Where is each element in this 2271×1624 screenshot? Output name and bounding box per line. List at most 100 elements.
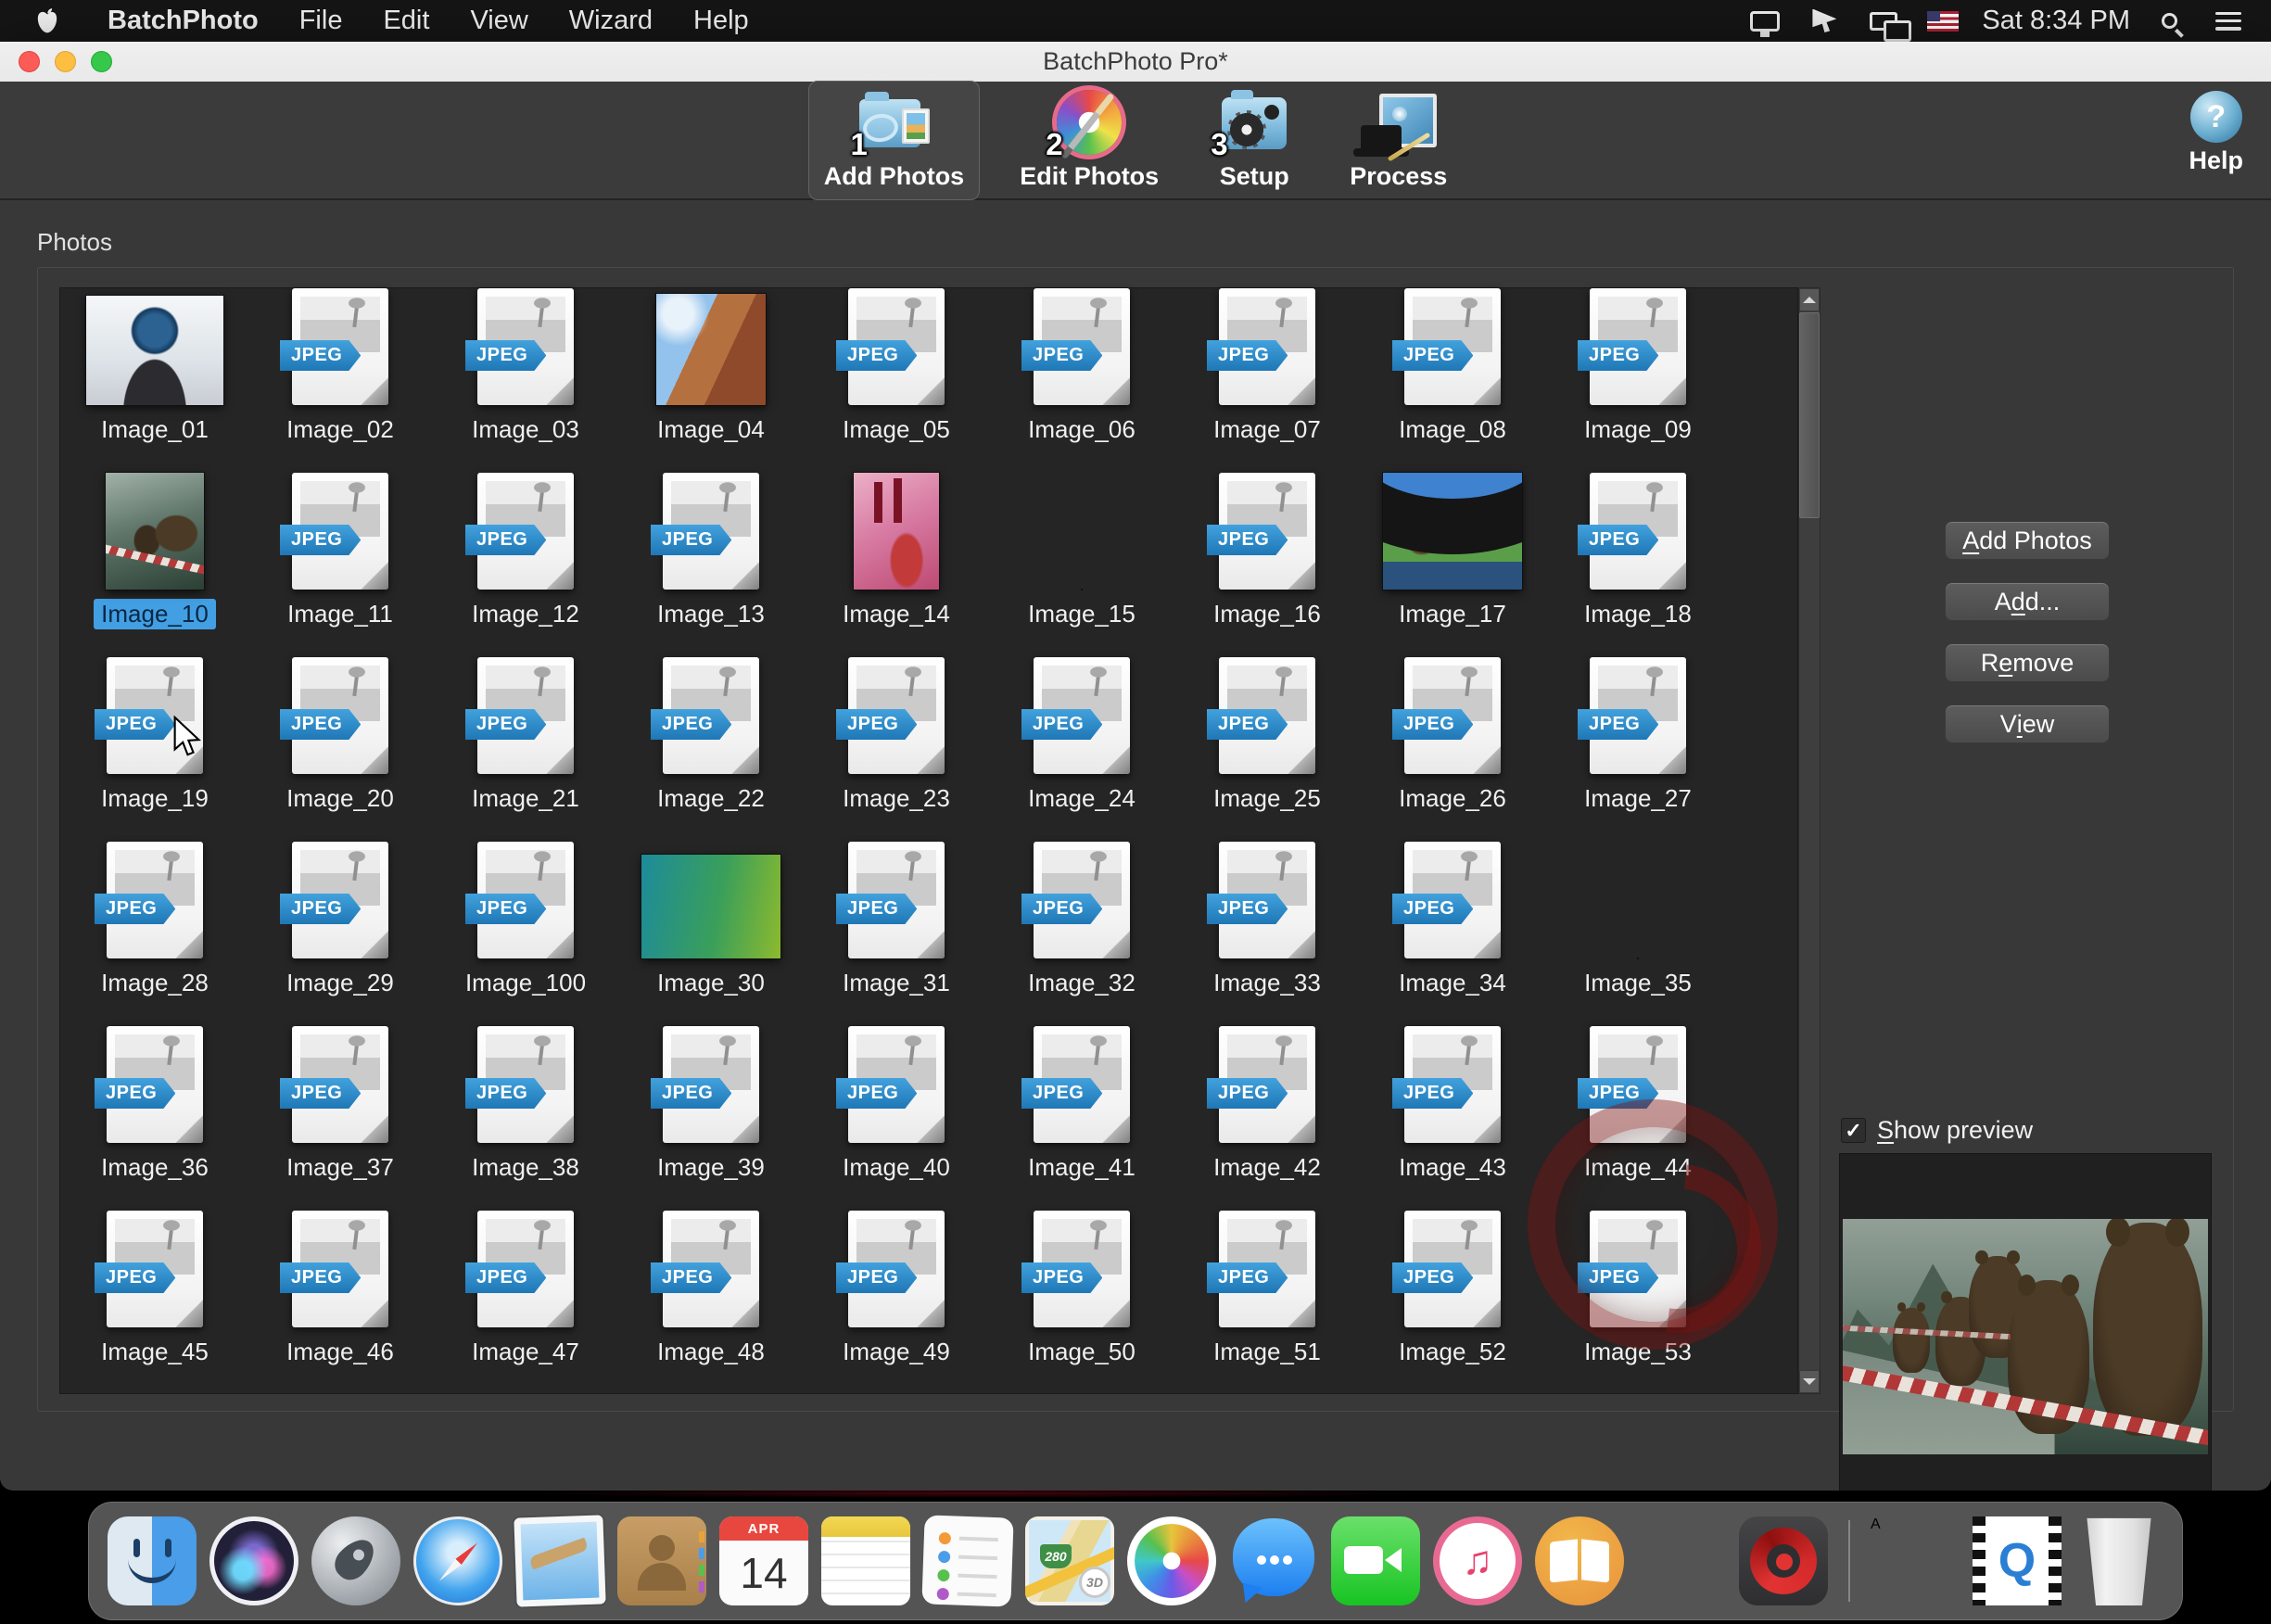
- dock-calendar-icon[interactable]: APR14: [719, 1516, 808, 1605]
- grid-item[interactable]: JPEGImage_39: [618, 1026, 804, 1211]
- grid-item[interactable]: JPEGImage_48: [618, 1211, 804, 1395]
- spotlight-icon[interactable]: [2149, 5, 2189, 38]
- grid-item[interactable]: JPEGImage_03: [433, 288, 618, 473]
- dock-finder-icon[interactable]: [108, 1516, 197, 1605]
- remove-button[interactable]: Remove: [1945, 643, 2110, 682]
- grid-item[interactable]: JPEGImage_26: [1360, 657, 1545, 842]
- grid-item[interactable]: JPEGImage_43: [1360, 1026, 1545, 1211]
- show-preview-checkbox[interactable]: ✓ Show preview: [1841, 1116, 2033, 1145]
- dock-ibooks-icon[interactable]: [1535, 1516, 1624, 1605]
- grid-item[interactable]: JPEGImage_28: [62, 842, 247, 1026]
- dock-batchphoto-icon[interactable]: [1739, 1516, 1828, 1605]
- grid-item[interactable]: JPEGImage_40: [804, 1026, 989, 1211]
- scrollbar-thumb[interactable]: [1799, 312, 1820, 518]
- grid-item[interactable]: Image_35: [1545, 842, 1731, 1026]
- dock-maps-icon[interactable]: 2803D: [1025, 1516, 1114, 1605]
- view-button[interactable]: View: [1945, 704, 2110, 743]
- grid-item[interactable]: JPEGImage_08: [1360, 288, 1545, 473]
- grid-item[interactable]: Image_04: [618, 288, 804, 473]
- grid-item[interactable]: JPEGImage_27: [1545, 657, 1731, 842]
- grid-item[interactable]: JPEGImage_41: [989, 1026, 1174, 1211]
- dock-trash-icon[interactable]: [2074, 1516, 2163, 1605]
- menu-clock[interactable]: Sat 8:34 PM: [1982, 6, 2130, 36]
- grid-item[interactable]: JPEGImage_19: [62, 657, 247, 842]
- dock-contacts-icon[interactable]: [617, 1516, 706, 1605]
- dock-facetime-icon[interactable]: [1331, 1516, 1420, 1605]
- grid-item[interactable]: JPEGImage_22: [618, 657, 804, 842]
- scroll-up-button[interactable]: [1799, 288, 1820, 311]
- grid-item[interactable]: JPEGImage_06: [989, 288, 1174, 473]
- grid-item[interactable]: JPEGImage_31: [804, 842, 989, 1026]
- grid-item[interactable]: JPEGImage_45: [62, 1211, 247, 1395]
- dock-safari-icon[interactable]: [413, 1516, 502, 1605]
- grid-item[interactable]: JPEGImage_100: [433, 842, 618, 1026]
- grid-item[interactable]: JPEGImage_25: [1174, 657, 1360, 842]
- checkbox-checkmark-icon[interactable]: ✓: [1841, 1118, 1866, 1143]
- grid-item[interactable]: Image_14: [804, 473, 989, 657]
- grid-item[interactable]: JPEGImage_42: [1174, 1026, 1360, 1211]
- help-button[interactable]: ? Help: [2189, 91, 2243, 175]
- apple-menu-icon[interactable]: [32, 6, 63, 37]
- grid-item[interactable]: JPEGImage_12: [433, 473, 618, 657]
- scroll-down-button[interactable]: [1799, 1370, 1820, 1393]
- dock-app-store-icon[interactable]: A: [1871, 1516, 1960, 1605]
- grid-item[interactable]: JPEGImage_47: [433, 1211, 618, 1395]
- display-status-icon[interactable]: [1744, 5, 1785, 38]
- grid-item[interactable]: JPEGImage_51: [1174, 1211, 1360, 1395]
- dock-itunes-icon[interactable]: ♫: [1433, 1516, 1522, 1605]
- grid-item[interactable]: JPEGImage_05: [804, 288, 989, 473]
- grid-item[interactable]: JPEGImage_23: [804, 657, 989, 842]
- grid-item[interactable]: JPEGImage_49: [804, 1211, 989, 1395]
- grid-item[interactable]: JPEGImage_11: [247, 473, 433, 657]
- grid-item[interactable]: Image_30: [618, 842, 804, 1026]
- menu-edit[interactable]: Edit: [362, 0, 450, 42]
- grid-item[interactable]: JPEGImage_36: [62, 1026, 247, 1211]
- dock-messages-icon[interactable]: [1229, 1516, 1318, 1605]
- grid-item[interactable]: Image_17: [1360, 473, 1545, 657]
- grid-item[interactable]: Image_15: [989, 473, 1174, 657]
- add-photos-button[interactable]: Add Photos: [1945, 521, 2110, 560]
- grid-item[interactable]: JPEGImage_20: [247, 657, 433, 842]
- title-bar[interactable]: BatchPhoto Pro*: [0, 42, 2271, 82]
- grid-item[interactable]: JPEGImage_38: [433, 1026, 618, 1211]
- grid-item[interactable]: JPEGImage_29: [247, 842, 433, 1026]
- dock-quicktime-icon[interactable]: Q: [1973, 1516, 2062, 1605]
- grid-item[interactable]: JPEGImage_33: [1174, 842, 1360, 1026]
- grid-item[interactable]: JPEGImage_16: [1174, 473, 1360, 657]
- grid-item[interactable]: JPEGImage_32: [989, 842, 1174, 1026]
- grid-item[interactable]: JPEGImage_34: [1360, 842, 1545, 1026]
- grid-scrollbar[interactable]: [1798, 287, 1821, 1394]
- close-button[interactable]: [19, 51, 40, 72]
- minimize-button[interactable]: [55, 51, 76, 72]
- grid-item[interactable]: JPEGImage_50: [989, 1211, 1174, 1395]
- dock-notes-icon[interactable]: [821, 1516, 910, 1605]
- dock-photos-icon[interactable]: [1127, 1516, 1216, 1605]
- menu-help[interactable]: Help: [673, 0, 769, 42]
- grid-item[interactable]: Image_01: [62, 288, 247, 473]
- grid-item[interactable]: JPEGImage_21: [433, 657, 618, 842]
- input-language-flag-icon[interactable]: [1922, 5, 1963, 38]
- menu-wizard[interactable]: Wizard: [549, 0, 673, 42]
- menu-file[interactable]: File: [279, 0, 363, 42]
- dock-reminders-icon[interactable]: [921, 1515, 1013, 1606]
- grid-item[interactable]: JPEGImage_02: [247, 288, 433, 473]
- toolbar-setup-button[interactable]: 3Setup: [1199, 81, 1310, 200]
- grid-item[interactable]: JPEGImage_09: [1545, 288, 1731, 473]
- grid-item[interactable]: JPEGImage_18: [1545, 473, 1731, 657]
- grid-item[interactable]: JPEGImage_52: [1360, 1211, 1545, 1395]
- dock-launchpad-icon[interactable]: [311, 1516, 400, 1605]
- dock-mail-icon[interactable]: [514, 1515, 605, 1606]
- toolbar-add-photos-button[interactable]: 1Add Photos: [808, 81, 980, 200]
- grid-item[interactable]: Image_10: [62, 473, 247, 657]
- toolbar-edit-photos-button[interactable]: 2Edit Photos: [1004, 81, 1174, 200]
- dock-system-preferences-icon[interactable]: [1637, 1516, 1726, 1605]
- add-button[interactable]: Add...: [1945, 582, 2110, 621]
- menu-view[interactable]: View: [450, 0, 548, 42]
- zoom-button[interactable]: [91, 51, 112, 72]
- toolbar-process-button[interactable]: Process: [1334, 81, 1463, 200]
- displays-status-icon[interactable]: [1863, 5, 1904, 38]
- grid-item[interactable]: JPEGImage_07: [1174, 288, 1360, 473]
- notification-center-icon[interactable]: [2208, 5, 2249, 38]
- cursor-tool-status-icon[interactable]: [1804, 5, 1845, 38]
- grid-item[interactable]: JPEGImage_46: [247, 1211, 433, 1395]
